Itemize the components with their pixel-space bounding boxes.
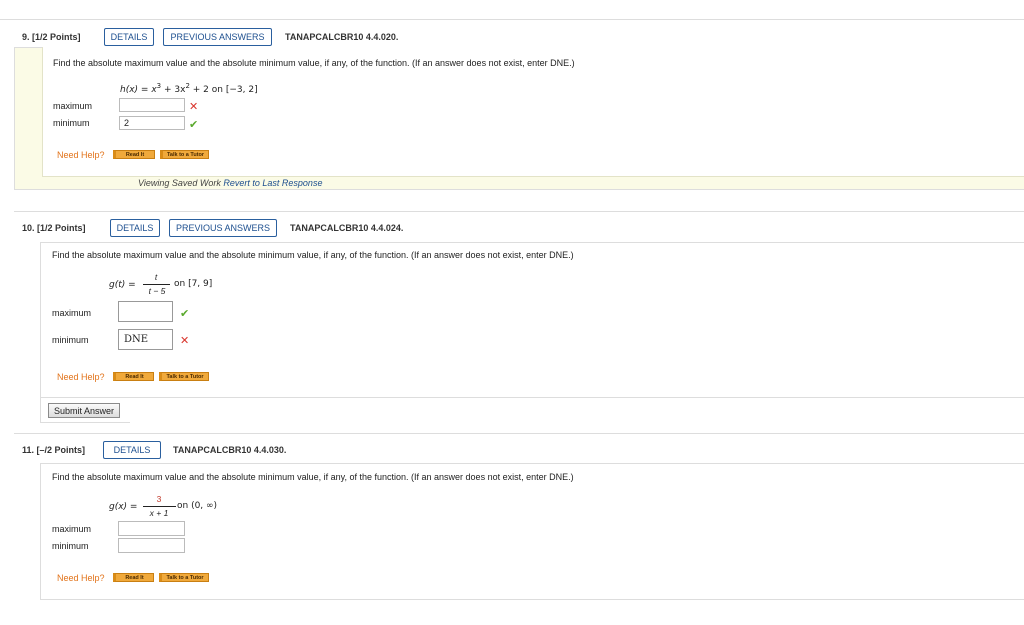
question-code: TANAPCALCBR10 4.4.030. [173,445,287,455]
previous-answers-button[interactable]: PREVIOUS ANSWERS [163,28,272,46]
divider [40,398,41,423]
denominator-text: t − 5 [148,286,166,296]
function-lhs: g(x) = [109,502,138,512]
read-it-button[interactable]: Read It [113,150,155,159]
denominator-text: x + 1 [149,508,169,518]
talk-to-tutor-button[interactable]: Talk to a Tutor [159,573,209,582]
question-number-label: 11. [22,445,35,455]
question-code: TANAPCALCBR10 4.4.024. [290,223,404,233]
previous-answers-button[interactable]: PREVIOUS ANSWERS [169,219,277,237]
revert-link[interactable]: Revert to Last Response [223,178,322,188]
question-code: TANAPCALCBR10 4.4.020. [285,32,399,42]
read-it-button[interactable]: Read It [113,573,154,582]
question-number: 9. [1/2 Points] [22,32,81,42]
points-label: [1/2 Points] [37,223,86,233]
question-number: 11. [–/2 Points] [22,445,85,455]
minimum-label: minimum [52,335,89,345]
fraction-denominator: x + 1 [142,508,176,518]
function-domain: on (0, ∞) [177,501,218,511]
question-prompt: Find the absolute maximum value and the … [52,472,574,482]
maximum-input[interactable] [119,98,185,112]
function-expression: h(x) = x3 + 3x2 + 2 on [−3, 2] [120,82,258,95]
maximum-label: maximum [52,524,92,534]
details-button[interactable]: DETAILS [104,28,154,46]
need-help-label: Need Help? [57,150,105,160]
read-it-button[interactable]: Read It [113,372,154,381]
fraction-bar [143,506,176,507]
points-label: [1/2 Points] [32,32,81,42]
details-button[interactable]: DETAILS [110,219,160,237]
minimum-input[interactable]: 2 [119,116,185,130]
divider [14,433,1024,434]
question-number-label: 9. [22,32,30,42]
saved-work-notice: Viewing Saved Work Revert to Last Respon… [138,178,322,188]
maximum-input[interactable] [118,301,173,322]
question-prompt: Find the absolute maximum value and the … [52,250,574,260]
minimum-label: minimum [52,541,89,551]
need-help-label: Need Help? [57,573,105,583]
fraction-numerator: 3 [156,494,162,504]
divider [14,211,1024,212]
details-button[interactable]: DETAILS [103,441,161,459]
divider [0,19,1024,20]
function-domain: + 2 on [−3, 2] [189,85,258,95]
fraction-bar [143,284,170,285]
correct-icon: ✔ [180,308,190,320]
correct-icon: ✔ [189,119,199,131]
talk-to-tutor-button[interactable]: Talk to a Tutor [160,150,209,159]
minimum-label: minimum [53,118,90,128]
question-number: 10. [1/2 Points] [22,223,86,233]
question-prompt: Find the absolute maximum value and the … [53,58,575,68]
incorrect-icon: ✕ [180,335,190,347]
question-number-label: 10. [22,223,35,233]
maximum-input[interactable] [118,521,185,536]
function-domain: on [7, 9] [174,279,213,289]
fraction-denominator: t − 5 [142,286,172,296]
function-term: + 3x [161,85,186,95]
minimum-input[interactable] [118,538,185,553]
fraction-numerator: t [154,272,158,282]
viewing-saved-work-label: Viewing Saved Work [138,178,221,188]
maximum-label: maximum [52,308,92,318]
incorrect-icon: ✕ [189,101,199,113]
submit-answer-button[interactable]: Submit Answer [48,403,120,418]
need-help-label: Need Help? [57,372,105,382]
divider [40,422,130,423]
talk-to-tutor-button[interactable]: Talk to a Tutor [159,372,209,381]
function-lhs: g(t) = [109,280,136,290]
function-name: h(x) = x [120,85,157,95]
minimum-input[interactable]: DNE [118,329,173,350]
maximum-label: maximum [53,101,93,111]
points-label: [–/2 Points] [36,445,86,455]
